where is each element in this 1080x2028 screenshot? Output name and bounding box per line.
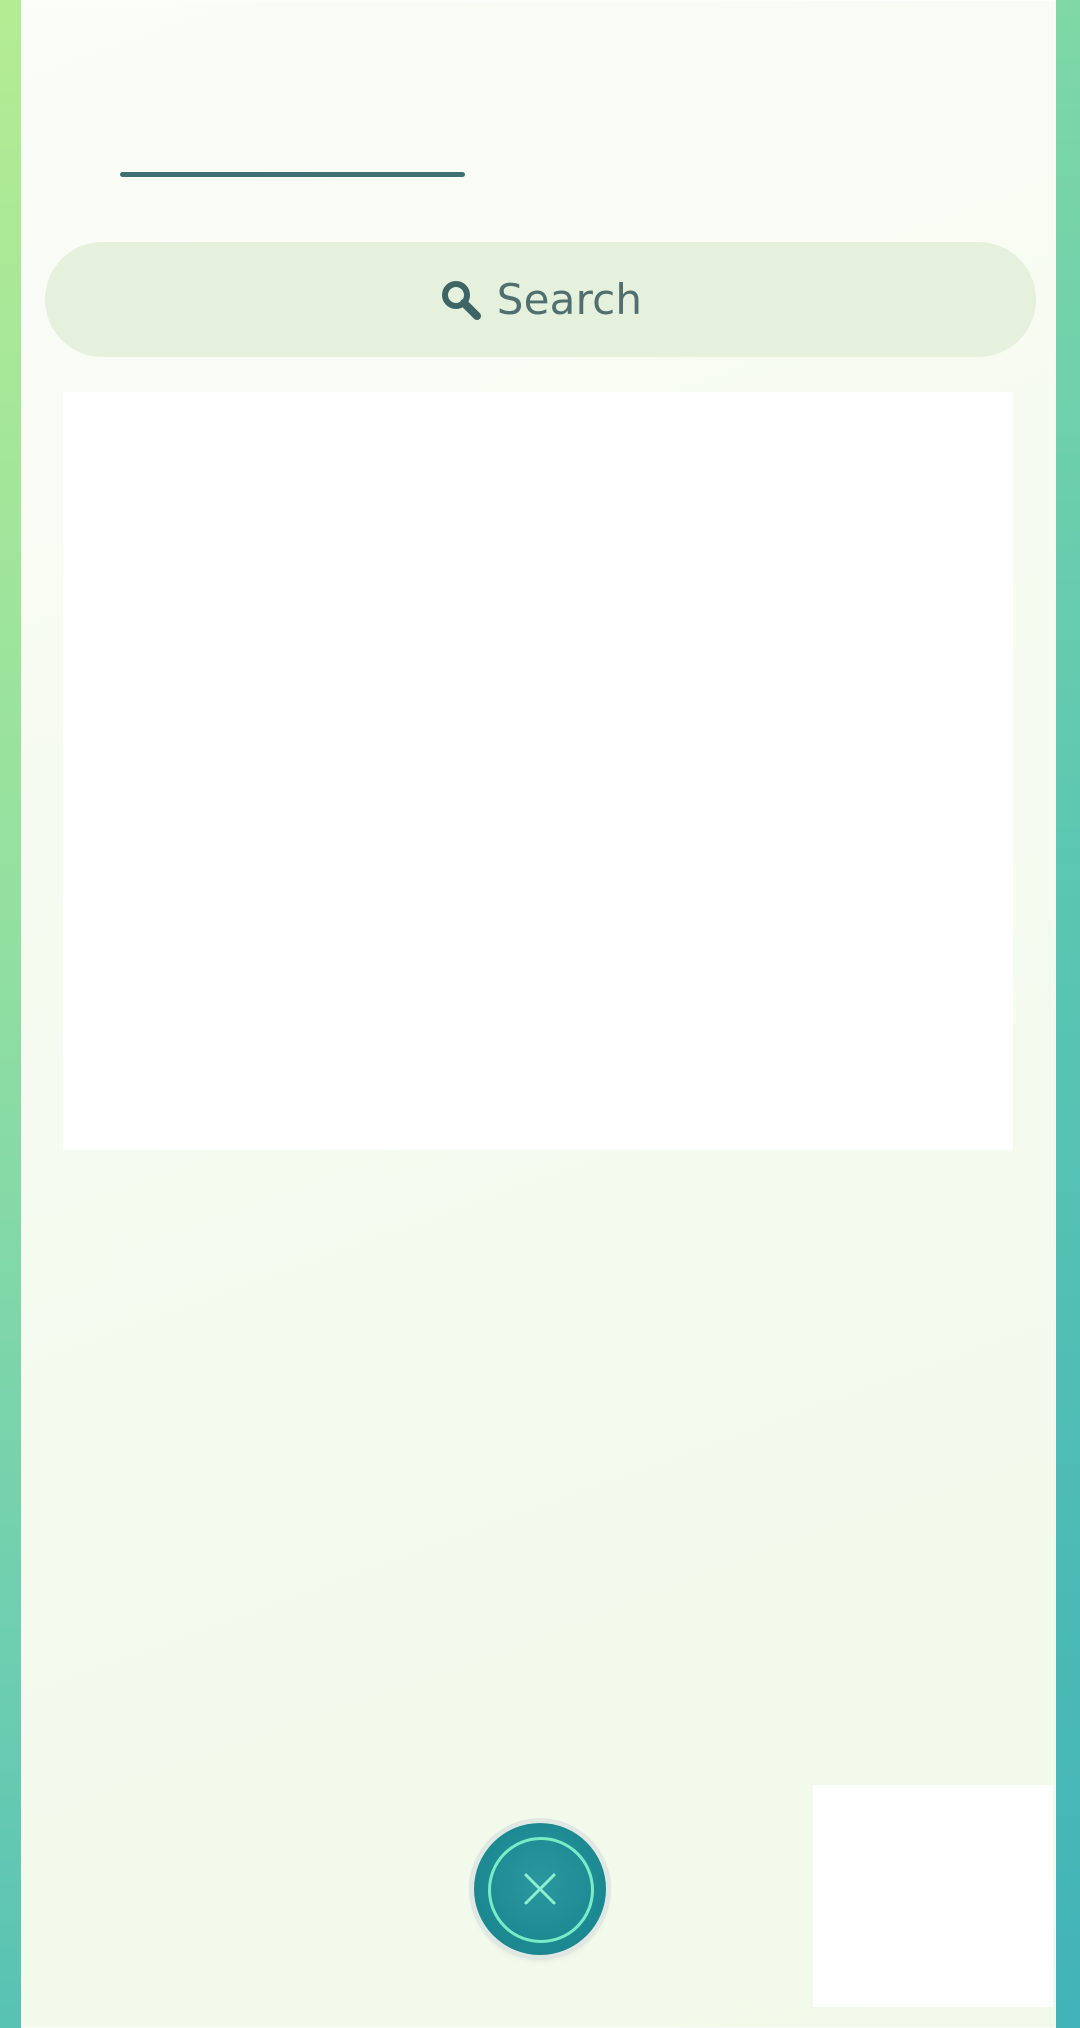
close-icon [524, 1873, 556, 1905]
corner-card [813, 1785, 1053, 2007]
frame-right-border [1056, 0, 1080, 2028]
search-icon [441, 280, 481, 320]
search-input[interactable]: Search [45, 242, 1036, 357]
content-card [63, 392, 1013, 1150]
title-underline [120, 172, 465, 177]
search-label: Search [496, 275, 643, 324]
close-button[interactable] [474, 1823, 606, 1955]
